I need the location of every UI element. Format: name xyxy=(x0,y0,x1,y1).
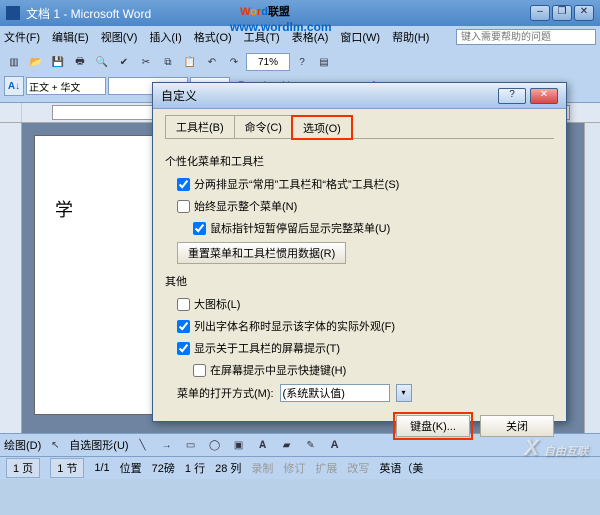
status-position-label: 位置 xyxy=(120,460,142,476)
document-text[interactable]: 学 xyxy=(55,196,153,222)
paste-icon[interactable]: 📋 xyxy=(180,52,200,72)
status-ext[interactable]: 扩展 xyxy=(315,460,337,476)
wordart-icon[interactable]: 𝐀 xyxy=(253,435,273,455)
chevron-down-icon[interactable]: ▾ xyxy=(396,384,412,402)
menu-insert[interactable]: 插入(I) xyxy=(149,29,181,45)
checkbox-shortcut-in-tip[interactable] xyxy=(193,364,206,377)
status-line: 1 行 xyxy=(185,460,205,476)
menu-animation-select[interactable] xyxy=(280,384,390,402)
menu-edit[interactable]: 编辑(E) xyxy=(52,29,89,45)
menu-view[interactable]: 视图(V) xyxy=(101,29,138,45)
status-col: 28 列 xyxy=(215,460,241,476)
dialog-title: 自定义 xyxy=(161,87,498,104)
print-icon[interactable]: 🖶 xyxy=(70,52,90,72)
checkbox-large-icons[interactable] xyxy=(177,298,190,311)
spell-icon[interactable]: ✔ xyxy=(114,52,134,72)
checkbox-hover-full[interactable] xyxy=(193,222,206,235)
status-page: 1 页 xyxy=(6,458,40,478)
opt-two-rows[interactable]: 分两排显示“常用”工具栏和“格式”工具栏(S) xyxy=(177,176,554,192)
dialog-titlebar[interactable]: 自定义 ? ✕ xyxy=(153,83,566,109)
open-icon[interactable]: 📂 xyxy=(26,52,46,72)
checkbox-tooltips[interactable] xyxy=(177,342,190,355)
status-section: 1 节 xyxy=(50,458,84,478)
draw-menu[interactable]: 绘图(D) xyxy=(4,437,41,453)
watermark-footer: X 自由互联 xyxy=(524,435,588,461)
menu-format[interactable]: 格式(O) xyxy=(194,29,232,45)
checkbox-font-preview[interactable] xyxy=(177,320,190,333)
help-search-input[interactable] xyxy=(456,29,596,45)
preview-icon[interactable]: 🔍 xyxy=(92,52,112,72)
rect-icon[interactable]: ▭ xyxy=(181,435,201,455)
dialog-tabs: 工具栏(B) 命令(C) 选项(O) xyxy=(165,115,554,139)
menu-animation-row: 菜单的打开方式(M): ▾ xyxy=(177,384,554,402)
line-color-icon[interactable]: ✎ xyxy=(301,435,321,455)
opt-shortcut-in-tip[interactable]: 在屏幕提示中显示快捷键(H) xyxy=(193,362,554,378)
status-lang[interactable]: 英语（美 xyxy=(379,460,423,476)
menu-animation-label: 菜单的打开方式(M): xyxy=(177,385,274,401)
cut-icon[interactable]: ✂ xyxy=(136,52,156,72)
vertical-ruler[interactable] xyxy=(0,123,22,433)
arrow-icon[interactable]: → xyxy=(157,435,177,455)
opt-large-icons[interactable]: 大图标(L) xyxy=(177,296,554,312)
maximize-button[interactable]: ❐ xyxy=(552,5,572,21)
status-ovr[interactable]: 改写 xyxy=(347,460,369,476)
status-rev[interactable]: 修订 xyxy=(283,460,305,476)
reset-usage-button[interactable]: 重置菜单和工具栏惯用数据(R) xyxy=(177,242,346,264)
pointer-icon[interactable]: ↖ xyxy=(45,435,65,455)
format-a-icon[interactable]: A↓ xyxy=(4,76,24,96)
zoom-input[interactable] xyxy=(246,53,290,71)
status-rec[interactable]: 录制 xyxy=(251,460,273,476)
customize-dialog: 自定义 ? ✕ 工具栏(B) 命令(C) 选项(O) 个性化菜单和工具栏 分两排… xyxy=(152,82,567,422)
close-button[interactable]: ✕ xyxy=(574,5,594,21)
status-bar: 1 页 1 节 1/1 位置 72磅 1 行 28 列 录制 修订 扩展 改写 … xyxy=(0,457,600,479)
opt-hover-full[interactable]: 鼠标指针短暂停留后显示完整菜单(U) xyxy=(193,220,554,236)
menu-file[interactable]: 文件(F) xyxy=(4,29,40,45)
textbox-icon[interactable]: ▣ xyxy=(229,435,249,455)
word-icon xyxy=(6,6,20,20)
minimize-button[interactable]: – xyxy=(530,5,550,21)
copy-icon[interactable]: ⧉ xyxy=(158,52,178,72)
redo-icon[interactable]: ↷ xyxy=(224,52,244,72)
undo-icon[interactable]: ↶ xyxy=(202,52,222,72)
watermark-url: www.wordlm.com xyxy=(230,20,332,34)
style-select[interactable] xyxy=(26,77,106,95)
opt-tooltips[interactable]: 显示关于工具栏的屏幕提示(T) xyxy=(177,340,554,356)
save-icon[interactable]: 💾 xyxy=(48,52,68,72)
status-position-value: 72磅 xyxy=(152,460,175,476)
fill-color-icon[interactable]: ▰ xyxy=(277,435,297,455)
font-color2-icon[interactable]: A xyxy=(325,435,345,455)
close-dialog-button[interactable]: 关闭 xyxy=(480,415,554,437)
group-other: 其他 xyxy=(165,273,554,289)
watermark-brand: Word联盟 xyxy=(240,2,290,20)
opt-full-menu[interactable]: 始终显示整个菜单(N) xyxy=(177,198,554,214)
dialog-help-button[interactable]: ? xyxy=(498,88,526,104)
menu-window[interactable]: 窗口(W) xyxy=(340,29,380,45)
line-icon[interactable]: ╲ xyxy=(133,435,153,455)
opt-font-preview[interactable]: 列出字体名称时显示该字体的实际外观(F) xyxy=(177,318,554,334)
tab-commands[interactable]: 命令(C) xyxy=(234,115,293,138)
vertical-scrollbar[interactable] xyxy=(584,123,600,433)
help-icon[interactable]: ? xyxy=(292,52,312,72)
checkbox-two-rows[interactable] xyxy=(177,178,190,191)
tab-options[interactable]: 选项(O) xyxy=(292,116,352,139)
oval-icon[interactable]: ◯ xyxy=(205,435,225,455)
keyboard-button[interactable]: 键盘(K)... xyxy=(396,415,470,437)
tab-toolbars[interactable]: 工具栏(B) xyxy=(165,115,235,138)
menu-help[interactable]: 帮助(H) xyxy=(392,29,429,45)
autoshape-menu[interactable]: 自选图形(U) xyxy=(69,437,128,453)
group-personalize: 个性化菜单和工具栏 xyxy=(165,153,554,169)
new-doc-icon[interactable]: ▥ xyxy=(4,52,24,72)
read-icon[interactable]: ▤ xyxy=(314,52,334,72)
checkbox-full-menu[interactable] xyxy=(177,200,190,213)
dialog-close-button[interactable]: ✕ xyxy=(530,88,558,104)
status-pageof: 1/1 xyxy=(94,462,109,474)
